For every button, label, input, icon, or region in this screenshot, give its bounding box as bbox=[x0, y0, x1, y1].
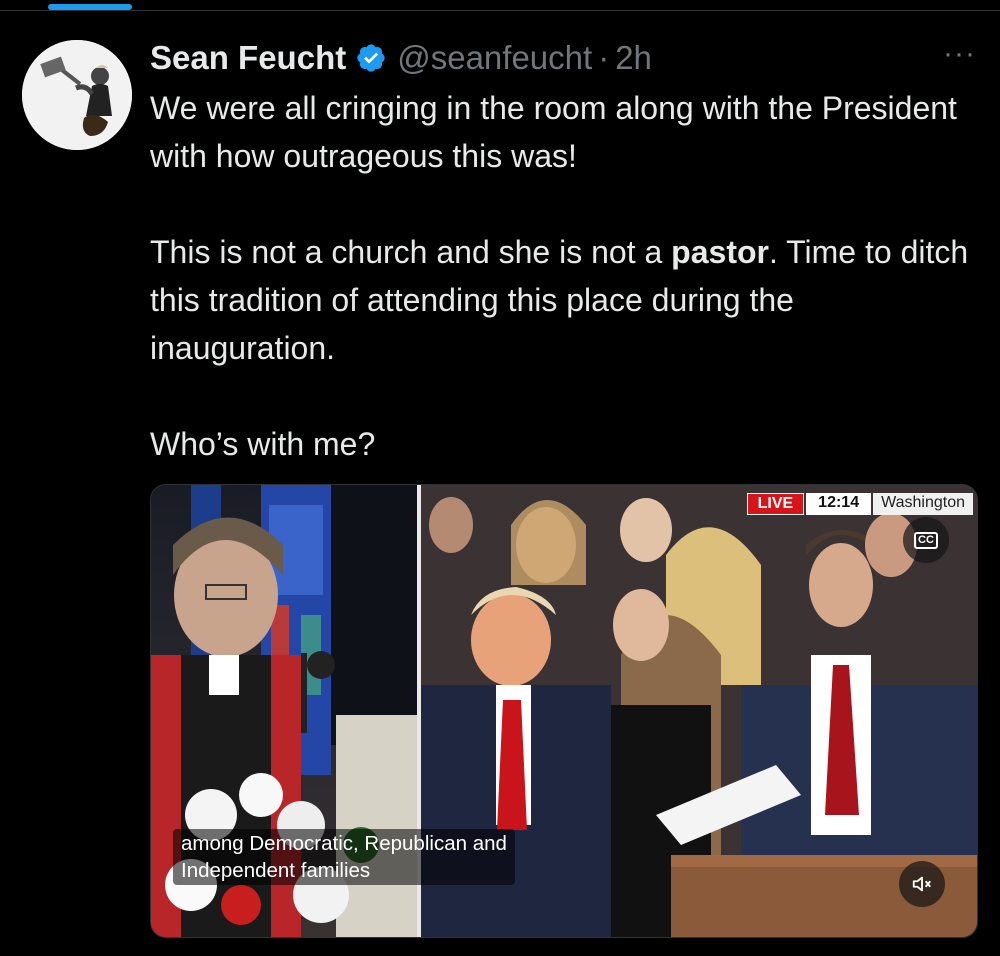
header-separator: · bbox=[598, 39, 610, 76]
video-caption: among Democratic, Republican and Indepen… bbox=[173, 829, 515, 885]
live-location: Washington bbox=[873, 493, 973, 515]
author-display-name[interactable]: Sean Feucht bbox=[150, 39, 346, 77]
live-time: 12:14 bbox=[806, 493, 872, 515]
author-handle[interactable]: @seanfeucht bbox=[397, 39, 592, 77]
mute-button[interactable] bbox=[899, 861, 945, 907]
avatar-photo-icon bbox=[22, 40, 132, 150]
top-divider bbox=[0, 10, 1000, 11]
closed-captions-button[interactable]: CC bbox=[903, 517, 949, 563]
tweet-text-segment: This is not a church and she is not a bbox=[150, 234, 672, 270]
tweet-video[interactable]: LIVE 12:14 Washington CC among Democrati… bbox=[150, 484, 978, 938]
author-avatar[interactable] bbox=[22, 40, 132, 150]
tweet-bold-word: pastor bbox=[671, 234, 769, 270]
tweet-body: We were all cringing in the room along w… bbox=[150, 84, 980, 468]
tweet-header: Sean Feucht @seanfeucht · 2h bbox=[150, 36, 652, 80]
live-badge: LIVE bbox=[746, 493, 805, 515]
tweet-timestamp[interactable]: 2h bbox=[615, 39, 652, 77]
mute-icon bbox=[912, 876, 931, 892]
tweet-paragraph-1: We were all cringing in the room along w… bbox=[150, 90, 957, 174]
live-news-banner: LIVE 12:14 Washington bbox=[746, 493, 973, 515]
tweet-paragraph-3: Who’s with me? bbox=[150, 426, 376, 462]
tweet-paragraph-2: This is not a church and she is not a pa… bbox=[150, 228, 980, 372]
closed-captions-icon: CC bbox=[914, 531, 938, 549]
verified-badge-icon bbox=[355, 42, 387, 74]
more-options-icon[interactable]: ··· bbox=[943, 39, 976, 69]
